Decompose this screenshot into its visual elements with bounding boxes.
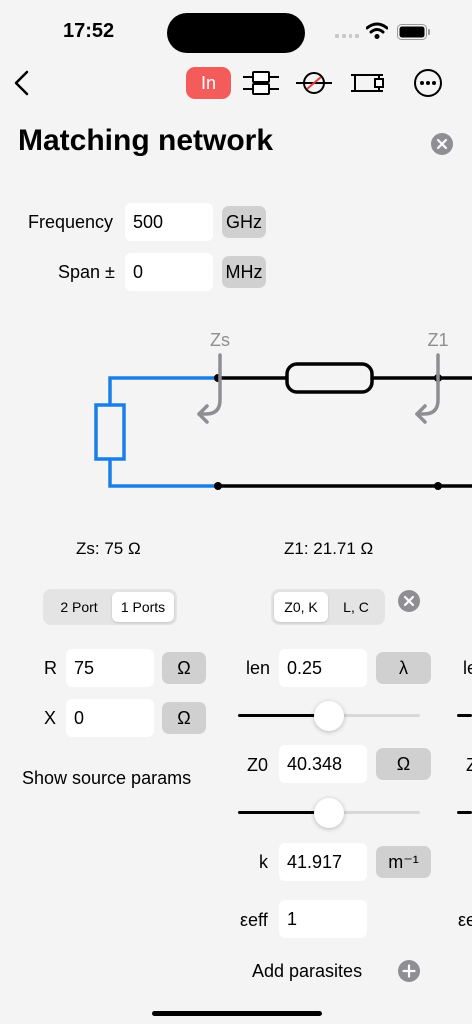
add-parasites-plus-icon[interactable] — [398, 960, 420, 982]
z0-unit-button[interactable]: Ω — [376, 748, 431, 780]
close-icon — [403, 595, 415, 607]
z0-input[interactable]: 40.348 — [279, 745, 367, 783]
remove-line-button[interactable] — [398, 590, 420, 612]
series-element-icon[interactable] — [241, 67, 281, 99]
back-chevron-icon[interactable] — [12, 70, 32, 96]
z0-k-segment[interactable]: Z0, K — [274, 592, 328, 622]
svg-text:Z1: Z1 — [427, 330, 448, 350]
span-unit-button[interactable]: MHz — [222, 256, 266, 288]
k-label: k — [259, 852, 268, 872]
len-slider-thumb[interactable] — [314, 700, 344, 731]
ports-segmented-control: 2 Port 1 Ports — [43, 589, 177, 625]
dynamic-island — [167, 13, 305, 53]
transmission-line-icon[interactable] — [294, 67, 334, 99]
k-input[interactable]: 41.917 — [279, 843, 367, 881]
span-input[interactable]: 0 — [125, 253, 213, 291]
svg-text:Zs: Zs — [210, 330, 230, 350]
z0-label: Z0 — [247, 755, 269, 775]
zs-marker: Zs — [197, 330, 230, 424]
z1-value: Z1: 21.71 Ω — [284, 539, 374, 558]
k-unit-button[interactable]: m⁻¹ — [376, 846, 431, 878]
l-c-segment[interactable]: L, C — [329, 592, 383, 622]
more-options-icon[interactable] — [413, 68, 443, 98]
one-port-segment[interactable]: 1 Ports — [112, 592, 174, 622]
status-time: 17:52 — [63, 20, 115, 42]
r-label: R — [44, 658, 57, 678]
transmission-line — [214, 362, 472, 490]
x-label: X — [44, 708, 57, 728]
show-source-params-link[interactable]: Show source params — [22, 768, 191, 789]
page-title: Matching network — [18, 124, 274, 157]
r-unit-button[interactable]: Ω — [162, 652, 206, 684]
len-input[interactable]: 0.25 — [279, 649, 367, 687]
two-port-segment[interactable]: 2 Port — [47, 592, 111, 622]
next-eeff-label: εe — [458, 910, 472, 930]
z1-marker: Z1 — [415, 330, 449, 424]
line-mode-segmented-control: Z0, K L, C — [271, 589, 385, 625]
battery-icon — [397, 24, 430, 40]
add-parasites-label: Add parasites — [252, 961, 363, 981]
x-unit-button[interactable]: Ω — [162, 702, 206, 734]
next-len-slider — [457, 714, 472, 717]
frequency-unit-button[interactable]: GHz — [222, 206, 266, 238]
home-indicator — [152, 1011, 322, 1016]
next-z-label: Z — [466, 755, 472, 775]
close-icon — [436, 138, 448, 150]
r-input[interactable]: 75 — [66, 649, 154, 687]
len-unit-button[interactable]: λ — [376, 652, 431, 684]
z0-slider-thumb[interactable] — [314, 797, 344, 828]
span-label: Span ± — [58, 262, 115, 282]
eeff-input[interactable]: 1 — [279, 900, 367, 938]
next-len-label: le — [463, 658, 472, 678]
eeff-label: εeff — [240, 910, 268, 930]
frequency-input[interactable]: 500 — [125, 203, 213, 241]
close-button[interactable] — [431, 133, 453, 155]
shunt-element-icon[interactable] — [347, 67, 387, 99]
wifi-icon — [366, 22, 388, 39]
x-input[interactable]: 0 — [66, 699, 154, 737]
frequency-label: Frequency — [28, 212, 114, 232]
next-z-slider — [457, 811, 472, 814]
circuit-diagram: Zs Z1 — [94, 330, 472, 490]
len-label: len — [246, 658, 271, 678]
input-mode-button[interactable]: In — [186, 67, 231, 99]
zs-value: Zs: 75 Ω — [76, 539, 141, 558]
source-branch — [94, 376, 218, 488]
cellular-signal-icon — [335, 30, 359, 38]
